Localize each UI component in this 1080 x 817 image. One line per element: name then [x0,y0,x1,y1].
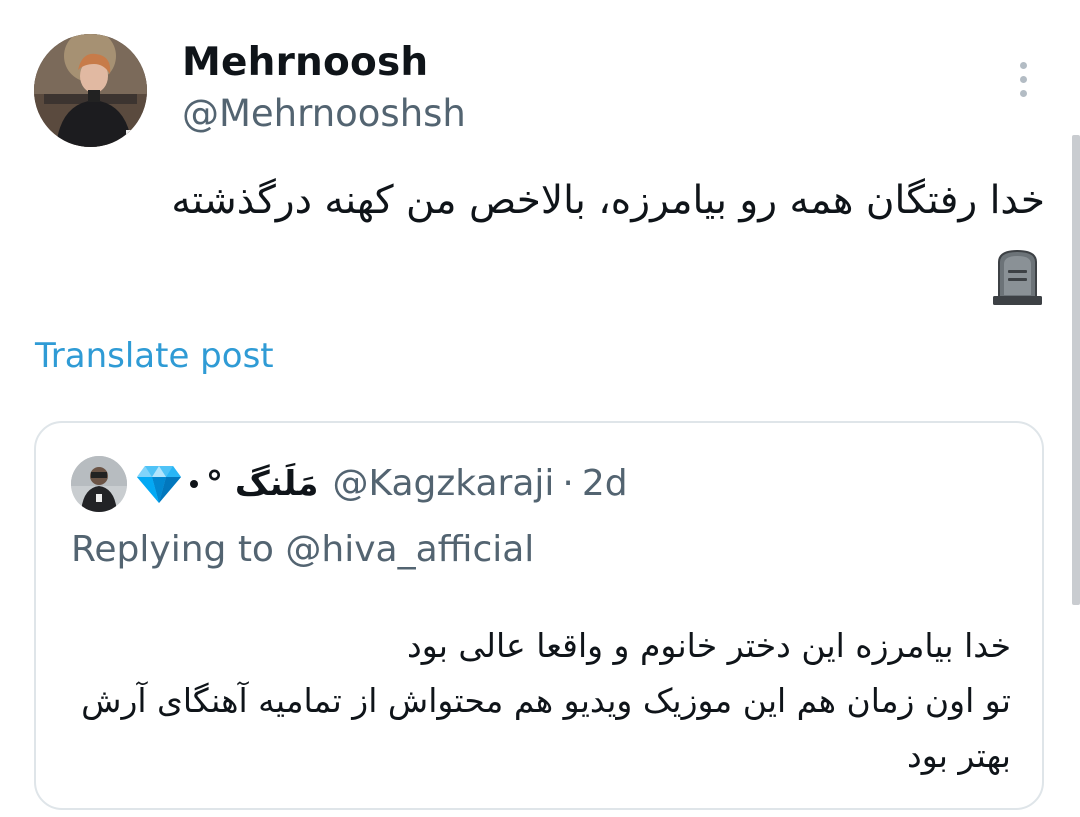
tweet-text: خدا رفتگان همه رو بیامرزه، بالاخص من کهن… [171,178,1045,223]
quoted-author-avatar[interactable] [71,456,127,512]
author-display-name[interactable]: Mehrnoosh [182,40,428,86]
quoted-header: مَلَنگ ° @Kagzkaraji · 2d [136,460,628,508]
more-options-button[interactable] [1005,58,1043,102]
quoted-text-line: خدا بیامرزه این دختر خانوم و واقعا عالی … [407,626,1011,665]
translate-post-link[interactable]: Translate post [35,335,274,377]
headstone-icon [993,249,1042,305]
quoted-tweet-text: خدا بیامرزه این دختر خانوم و واقعا عالی … [76,618,1011,783]
quoted-display-name[interactable]: مَلَنگ ° [206,461,318,507]
author-avatar[interactable] [34,34,147,147]
scrollbar[interactable] [1072,135,1080,605]
name-dot [190,480,198,488]
author-handle[interactable]: @Mehrnooshsh [182,92,466,136]
quoted-handle[interactable]: @Kagzkaraji [332,461,554,507]
more-vertical-icon [1020,76,1027,83]
quoted-text-line: تو اون زمان هم این موزیک ویدیو هم محتواش… [81,681,1011,775]
separator-dot: · [562,463,574,504]
gem-stone-icon [137,466,181,503]
quoted-tweet-card[interactable]: مَلَنگ ° @Kagzkaraji · 2d Replying to @h… [34,421,1044,810]
more-vertical-icon [1020,62,1027,69]
replying-to-label: Replying to @hiva_afficial [71,529,535,570]
more-vertical-icon [1020,90,1027,97]
quoted-timestamp[interactable]: 2d [582,461,628,507]
